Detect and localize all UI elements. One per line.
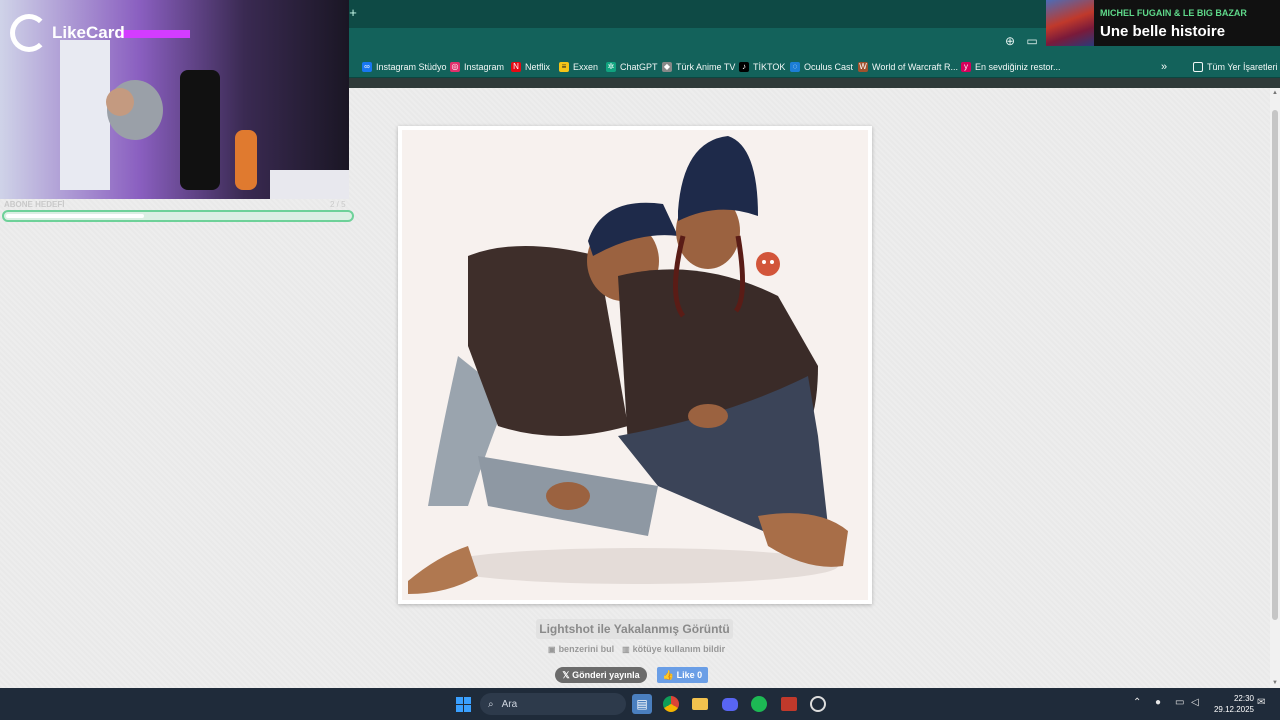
like-label: Like 0 (676, 670, 703, 680)
folder-icon (692, 698, 708, 710)
bookmark-label: Exxen (573, 61, 599, 72)
chatgpt-icon: ✲ (606, 61, 616, 72)
facebook-like-button[interactable]: 👍 Like 0 (657, 667, 708, 683)
page-scrollbar[interactable]: ▲ ▼ (1270, 88, 1280, 688)
clock-time: 22:30 (1233, 694, 1254, 703)
scrollbar-thumb[interactable] (1272, 110, 1278, 620)
bookmark-instagram[interactable]: ◎ Instagram (450, 59, 504, 74)
report-abuse-link[interactable]: ▥ kötüye kullanım bildir (622, 644, 725, 654)
bookmark-label: Türk Anime TV (676, 61, 736, 72)
thumbs-up-icon: 👍 (662, 670, 677, 680)
search-placeholder: Ara (501, 698, 518, 710)
goal-label: ABONE HEDEFİ (4, 200, 65, 209)
share-x-label: Gönderi yayınla (572, 670, 640, 680)
webcam-overlay: LikeCard (0, 0, 349, 199)
bookmark-label: ChatGPT (620, 61, 658, 72)
bookmark-label: Instagram (464, 61, 505, 72)
album-cover (1046, 0, 1094, 46)
folder-icon (1193, 61, 1203, 72)
image-actions: ▣ benzerini bul ▥ kötüye kullanım bildir (548, 643, 738, 655)
windows-logo-icon (455, 696, 471, 712)
scroll-up-icon[interactable]: ▲ (1272, 90, 1278, 96)
windows-taskbar: ⌕ Ara ▤ ⌃ ● ▭ ◁ 22:30 29.12.2025 ✉ (0, 688, 1280, 720)
goal-progress-bar (2, 210, 354, 222)
bookmark-exxen[interactable]: ≡ Exxen (559, 59, 598, 74)
report-abuse-label: kötüye kullanım bildir (632, 644, 726, 654)
chevron-up-icon[interactable]: ⌃ (1133, 697, 1141, 708)
yemeksepeti-icon: y (961, 61, 971, 72)
likecard-logo-icon (10, 14, 48, 52)
taskbar-app-explorer[interactable] (690, 694, 710, 714)
taskbar-app-discord[interactable] (720, 694, 740, 714)
find-similar-label: benzerini bul (558, 644, 615, 654)
chevron-double-icon: » (1161, 60, 1168, 73)
netflix-icon: N (511, 61, 521, 72)
share-on-x-button[interactable]: 𝕏 Gönderi yayınla (555, 667, 647, 683)
bookmark-chatgpt[interactable]: ✲ ChatGPT (606, 59, 658, 74)
bookmark-label: Instagram Stüdyo (376, 61, 447, 72)
goal-progress-fill (6, 214, 144, 218)
taskbar-search[interactable]: ⌕ Ara (480, 693, 626, 715)
search-icon: ⌕ (488, 698, 494, 710)
likecard-logo-text: LikeCard (52, 23, 125, 42)
trash-icon: ▥ (622, 644, 630, 654)
screenshot-image (398, 126, 872, 604)
illustration-couple (402, 130, 868, 600)
bookmark-label: TİKTOK (753, 61, 786, 72)
bookmark-label: En sevdiğiniz restor... (975, 61, 1061, 72)
meta-icon: ∞ (362, 61, 372, 72)
bookmark-restaurant[interactable]: y En sevdiğiniz restor... (961, 59, 1061, 74)
x-logo-icon: 𝕏 (562, 670, 573, 680)
wow-icon: W (858, 61, 868, 72)
bookmark-netflix[interactable]: N Netflix (511, 59, 550, 74)
exxen-icon: ≡ (559, 61, 569, 72)
microphone-icon[interactable]: ● (1155, 697, 1161, 708)
spotify-icon (751, 696, 767, 712)
notification-icon[interactable]: ✉ (1257, 697, 1265, 708)
app-icon (781, 697, 797, 711)
anime-icon: ◆ (662, 61, 672, 72)
volume-icon[interactable]: ◁ (1191, 697, 1199, 708)
scroll-down-icon[interactable]: ▼ (1272, 680, 1278, 686)
instagram-icon: ◎ (450, 61, 460, 72)
bookmark-wow[interactable]: W World of Warcraft R... (858, 59, 958, 74)
steam-icon (810, 696, 826, 712)
taskbar-app-streamer-tool[interactable] (779, 694, 799, 714)
now-playing-title: Une belle histoire (1100, 23, 1226, 40)
more-bookmarks-button[interactable]: » (1161, 59, 1167, 74)
all-bookmarks-label: Tüm Yer İşaretleri (1207, 61, 1278, 72)
cast-icon[interactable]: ▭ (1024, 33, 1040, 49)
bookmark-turk-anime[interactable]: ◆ Türk Anime TV (662, 59, 735, 74)
taskbar-app-steam[interactable] (808, 694, 828, 714)
photos-icon: ▤ (636, 697, 648, 711)
tiktok-icon: ♪ (739, 61, 749, 72)
bookmark-label: Oculus Cast (804, 61, 854, 72)
taskbar-app-photos[interactable]: ▤ (632, 694, 652, 714)
start-button[interactable] (453, 694, 473, 714)
likecard-logo: LikeCard (10, 14, 125, 52)
goal-count: 2 / 5 (330, 200, 346, 209)
taskbar-app-chrome[interactable] (661, 694, 681, 714)
camera-icon: ▣ (548, 644, 556, 654)
taskbar-app-spotify[interactable] (749, 694, 769, 714)
find-similar-link[interactable]: ▣ benzerini bul (548, 644, 614, 654)
oculus-icon: ◌ (790, 61, 800, 72)
zoom-icon[interactable]: ⊕ (1002, 33, 1018, 49)
discord-icon (722, 697, 738, 711)
capture-caption: Lightshot ile Yakalanmış Görüntü (536, 619, 733, 639)
clock-date: 29.12.2025 (1213, 705, 1254, 714)
chrome-icon (663, 696, 679, 712)
bookmark-tiktok[interactable]: ♪ TİKTOK (739, 59, 785, 74)
taskbar-clock[interactable]: 22:30 29.12.2025 (1206, 693, 1254, 715)
bookmark-label: Netflix (525, 61, 551, 72)
bookmark-instagram-studio[interactable]: ∞ Instagram Stüdyo (362, 59, 447, 74)
all-bookmarks-button[interactable]: Tüm Yer İşaretleri (1193, 59, 1278, 74)
network-icon[interactable]: ▭ (1175, 697, 1184, 708)
bookmark-label: World of Warcraft R... (872, 61, 959, 72)
now-playing-overlay: MICHEL FUGAIN & LE BIG BAZAR Une belle h… (1046, 0, 1280, 46)
now-playing-artist: MICHEL FUGAIN & LE BIG BAZAR (1100, 8, 1247, 18)
bookmark-oculus[interactable]: ◌ Oculus Cast (790, 59, 853, 74)
